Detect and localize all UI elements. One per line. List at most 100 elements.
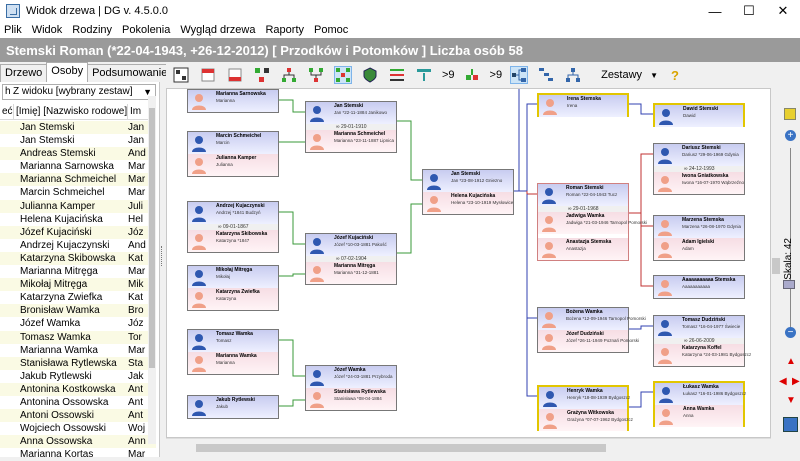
person-male[interactable]: Tomasz Wamka Tomasz bbox=[188, 330, 278, 352]
table-row[interactable]: Anna Ossowska Ann bbox=[0, 435, 156, 449]
person-female[interactable]: Helena Kujacińska Helena *23-10-1919 Mysł… bbox=[423, 192, 513, 214]
list-icon[interactable] bbox=[388, 66, 406, 84]
person-male[interactable]: Józef Wamka Józef *24-03-1881 Przybroda bbox=[306, 366, 396, 388]
person-male[interactable]: Roman Stemski Roman *22-04-1943 Tucz bbox=[538, 184, 628, 206]
sets-chevron-icon[interactable]: ▼ bbox=[650, 71, 658, 80]
menu-wyglad-drzewa[interactable]: Wygląd drzewa bbox=[180, 24, 255, 36]
person-female[interactable]: Grażyna Witkowska Grażyna *07-07-1962 Byd… bbox=[539, 409, 633, 431]
compact-layout-icon[interactable] bbox=[537, 66, 555, 84]
person-male[interactable]: Jan Stemski Jan *23-08-1912 Gniezno bbox=[423, 170, 513, 192]
splitter-grip[interactable] bbox=[161, 246, 164, 266]
menu-pokolenia[interactable]: Pokolenia bbox=[122, 24, 170, 36]
table-row[interactable]: Tomasz Wamka Tor bbox=[0, 330, 156, 344]
person-male[interactable]: Józef Kujaciński Józef *10-03-1881 Pakość bbox=[306, 234, 396, 256]
person-female[interactable]: Anna Wamka Anna bbox=[655, 405, 743, 427]
table-row[interactable]: Mikołaj Mitręga Mik bbox=[0, 278, 156, 292]
person-female[interactable]: Jadwiga Wamka Jadwiga *21-03-1946 Tarnopo… bbox=[538, 212, 647, 234]
ancestors-icon[interactable] bbox=[280, 66, 298, 84]
table-row[interactable]: Bronisław Wamka Bro bbox=[0, 304, 156, 318]
family-card[interactable]: Irena Stemska Irena bbox=[537, 93, 629, 117]
canvas-hscrollbar[interactable] bbox=[166, 438, 771, 457]
filter-select[interactable]: h Z widoku [wybrany zestaw] ▼ bbox=[2, 84, 156, 100]
fit-icon[interactable] bbox=[784, 108, 796, 120]
menu-raporty[interactable]: Raporty bbox=[265, 24, 304, 36]
family-card[interactable]: Bożena Wamka Bożena *12-09-1946 Tarnopol … bbox=[537, 307, 646, 353]
family-card[interactable]: Aaaaaaaaaaa Stemska Aaaaaaaaaaa bbox=[653, 275, 745, 299]
descendants-icon[interactable] bbox=[307, 66, 325, 84]
person-male[interactable]: Mikołaj Mitręga Mikołaj bbox=[188, 266, 278, 288]
table-row[interactable]: Antoni Ossowski Ant bbox=[0, 409, 156, 423]
family-card[interactable]: Marianna Sarnowska Marianna bbox=[187, 89, 279, 113]
canvas-vscroll-thumb[interactable] bbox=[772, 258, 780, 274]
help-icon[interactable]: ? bbox=[666, 66, 684, 84]
arrow-left-icon[interactable]: ◀ bbox=[779, 376, 787, 387]
person-male[interactable]: Marcin Schmeichel Marcin bbox=[188, 132, 278, 154]
table-row[interactable]: Julianna Kamper Juli bbox=[0, 199, 156, 213]
generations-down-value[interactable]: >9 bbox=[490, 69, 503, 81]
family-card[interactable]: Józef Kujaciński Józef *10-03-1881 Pakość… bbox=[305, 233, 397, 285]
male-card-icon[interactable] bbox=[199, 66, 217, 84]
person-male[interactable]: Andrzej Kujaczynski Andrzej *1841 Budzyń bbox=[188, 202, 278, 224]
person-male[interactable]: Jan Stemski Jan *22-11-1884 Janikowo bbox=[306, 102, 396, 124]
table-row[interactable]: Jakub Rytlewski Jak bbox=[0, 370, 156, 383]
family-card[interactable]: Józef Wamka Józef *24-03-1881 Przybroda St… bbox=[305, 365, 397, 411]
person-male[interactable]: Dariusz Stemski Dariusz *29-06-1969 Gdyni… bbox=[654, 144, 744, 166]
table-row[interactable]: Józef Kujaciński Józ bbox=[0, 225, 156, 239]
person-male[interactable]: Łukasz Wamka Łukasz *16-01-1986 Bydgoszcz bbox=[655, 383, 746, 405]
family-card[interactable]: Tomasz Dudziński Tomasz *16-04-1977 Świec… bbox=[653, 315, 751, 367]
table-row[interactable]: Antonina Kostkowska Ant bbox=[0, 382, 156, 396]
person-female[interactable]: Iwona Gniatkowska Iwona *16-07-1970 Wąbrz… bbox=[654, 172, 744, 194]
person-female[interactable]: Katarzyna Koffel Katarzyna *24-03-1981 By… bbox=[654, 344, 751, 366]
table-row[interactable]: Jan Stemski Jan bbox=[0, 121, 156, 135]
family-card[interactable]: Marcin Schmeichel Marcin Julianna Kamper Ju… bbox=[187, 131, 279, 177]
family-card[interactable]: Łukasz Wamka Łukasz *16-01-1986 Bydgoszcz… bbox=[653, 381, 746, 427]
persons-scrollbar[interactable] bbox=[148, 96, 156, 444]
family-card[interactable]: Dariusz Stemski Dariusz *29-06-1969 Gdyni… bbox=[653, 143, 745, 195]
table-row[interactable]: Andrzej Kujaczynski And bbox=[0, 239, 156, 252]
column-header-name[interactable]: [Imię] [Nazwisko rodowe] bbox=[14, 104, 128, 119]
person-female[interactable]: Aaaaaaaaaaa Stemska Aaaaaaaaaaa bbox=[654, 276, 744, 298]
sets-dropdown[interactable]: Zestawy bbox=[601, 69, 642, 81]
family-card[interactable]: Jan Stemski Jan *22-11-1884 Janikowo ∞ 29-… bbox=[305, 101, 397, 153]
person-female[interactable]: Marianna Schmeichel Marianna *23-11-1887 … bbox=[306, 130, 396, 152]
menu-plik[interactable]: Plik bbox=[4, 24, 22, 36]
arrow-down-icon[interactable]: ▼ bbox=[786, 395, 796, 406]
family-card[interactable]: Andrzej Kujaczynski Andrzej *1841 Budzyń ∞… bbox=[187, 201, 279, 253]
center-icon[interactable] bbox=[783, 417, 798, 432]
table-row[interactable]: Stanisława Rytlewska Sta bbox=[0, 356, 156, 370]
table-row[interactable]: Jan Stemski Jan bbox=[0, 134, 156, 147]
zoom-slider-handle[interactable] bbox=[783, 280, 795, 289]
family-card[interactable]: Marzena Stemska Marzena *26-08-1970 Gdyni… bbox=[653, 215, 745, 261]
table-row[interactable]: Marcin Schmeichel Mar bbox=[0, 186, 156, 199]
generations-down-icon[interactable] bbox=[463, 66, 481, 84]
zoom-out-icon[interactable]: − bbox=[785, 327, 796, 338]
layout-icon[interactable] bbox=[253, 66, 271, 84]
canvas-hscroll-thumb[interactable] bbox=[196, 444, 606, 452]
table-row[interactable]: Katarzyna Zwiefka Kat bbox=[0, 291, 156, 304]
tree-view-icon[interactable] bbox=[172, 66, 190, 84]
table-row[interactable]: Marianna Kortas Mar bbox=[0, 448, 156, 461]
family-card[interactable]: Jan Stemski Jan *23-08-1912 Gniezno Helena… bbox=[422, 169, 514, 215]
person-female[interactable]: Marzena Stemska Marzena *26-08-1970 Gdyni… bbox=[654, 216, 744, 238]
tab-osoby[interactable]: Osoby bbox=[46, 62, 89, 82]
close-button[interactable]: ✕ bbox=[766, 0, 800, 22]
menu-pomoc[interactable]: Pomoc bbox=[314, 24, 348, 36]
maximize-button[interactable]: ☐ bbox=[732, 0, 766, 22]
person-female[interactable]: Bożena Wamka Bożena *12-09-1946 Tarnopol … bbox=[538, 308, 646, 330]
tab-podsumowanie[interactable]: Podsumowanie bbox=[87, 64, 173, 82]
person-female[interactable]: Julianna Kamper Julianna bbox=[188, 154, 278, 176]
family-card[interactable]: Dawid Stemski Dawid bbox=[653, 103, 745, 127]
table-row[interactable]: Wojciech Ossowski Woj bbox=[0, 422, 156, 435]
family-card[interactable]: Mikołaj Mitręga Mikołaj Katarzyna Zwiefka K… bbox=[187, 265, 279, 311]
menu-rodziny[interactable]: Rodziny bbox=[72, 24, 112, 36]
person-male[interactable]: Tomasz Dudziński Tomasz *16-04-1977 Świec… bbox=[654, 316, 744, 338]
tab-drzewo[interactable]: Drzewo bbox=[0, 64, 48, 82]
arrow-up-icon[interactable]: ▲ bbox=[786, 356, 796, 367]
generations-up-icon[interactable] bbox=[415, 66, 433, 84]
table-row[interactable]: Katarzyna Skibowska Kat bbox=[0, 251, 156, 266]
full-tree-icon[interactable] bbox=[334, 66, 352, 84]
table-row[interactable]: Marianna Wamka Mar bbox=[0, 344, 156, 357]
generations-up-value[interactable]: >9 bbox=[442, 69, 455, 81]
vertical-layout-icon[interactable] bbox=[564, 66, 582, 84]
person-female[interactable]: Anastazja Stemska Anastazja bbox=[538, 238, 628, 260]
